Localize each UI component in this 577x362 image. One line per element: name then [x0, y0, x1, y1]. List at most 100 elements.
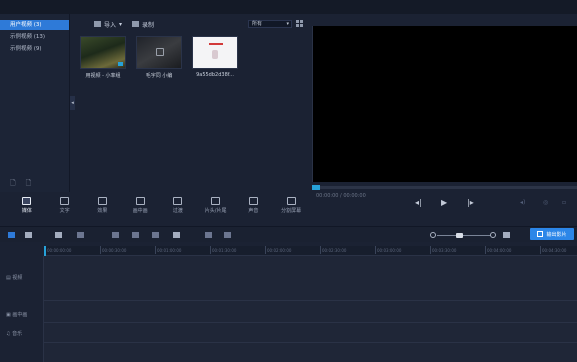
fullscreen-icon[interactable]: ▫ [562, 199, 566, 206]
library-item-sample-videos-2[interactable]: 示例视频 (9) [0, 44, 69, 54]
snapshot-icon[interactable]: ◎ [543, 199, 548, 206]
record-button[interactable]: 录制 [132, 20, 154, 29]
preview-scrubber[interactable] [312, 185, 577, 190]
redo-icon[interactable] [77, 232, 84, 238]
media-item[interactable]: 9a55db2d38f... [192, 36, 238, 79]
tab-pip[interactable]: 画中画 [121, 192, 159, 218]
export-icon [537, 231, 544, 237]
media-grid: 用视频 - 小率组 毛宇同 小编 9a55db2d38f... [80, 36, 238, 79]
ruler-tick: 00:04:30:00 [539, 246, 567, 254]
timeline-toolbar [0, 226, 577, 242]
crop-icon[interactable] [205, 232, 212, 238]
track-divider [44, 342, 577, 343]
storyboard-icon[interactable] [25, 232, 32, 238]
tab-audio[interactable]: 声音 [235, 192, 273, 218]
zoom-slider-handle[interactable] [456, 233, 463, 238]
transition-icon [173, 196, 183, 205]
previous-frame-icon[interactable]: ◂| [415, 198, 422, 207]
pip-icon [135, 196, 145, 205]
import-label: 导入 [104, 21, 117, 29]
filter-select-value: 所有 [252, 21, 263, 27]
ruler-tick: 00:01:00:00 [154, 246, 182, 254]
tab-label: 媒体 [21, 207, 32, 214]
track-divider [44, 300, 577, 301]
scrubber-handle[interactable] [312, 185, 320, 190]
video-thumbnail[interactable] [136, 36, 182, 69]
title-bar [0, 0, 577, 14]
export-button[interactable]: 输出影片 [530, 228, 574, 240]
microphone-icon[interactable] [173, 232, 180, 238]
chevron-down-icon: ▾ [286, 21, 289, 27]
settings-icon[interactable] [224, 232, 231, 238]
zoom-in-icon[interactable] [490, 232, 496, 238]
tab-label: 过渡 [172, 207, 183, 214]
timeline-ruler[interactable]: 00:00:00:00 00:00:30:00 00:01:00:00 00:0… [44, 246, 577, 256]
video-thumbnail[interactable] [80, 36, 126, 69]
text-icon [60, 196, 70, 205]
ruler-tick: 00:04:00:00 [484, 246, 512, 254]
fit-timeline-icon[interactable] [503, 232, 510, 238]
track-divider [44, 322, 577, 323]
effects-icon [97, 196, 107, 205]
track-label: 音乐 [12, 331, 23, 337]
library-item-user-videos[interactable]: 用户视频 (3) [0, 20, 69, 30]
thumbnail-detail [209, 43, 223, 45]
media-item[interactable]: 毛宇同 小编 [136, 36, 182, 79]
folder-icon [94, 21, 101, 27]
timeline-mode-icon[interactable] [8, 232, 15, 238]
import-button[interactable]: 导入 ▾ [94, 20, 122, 29]
track-pip[interactable]: ▣ 画中画 [6, 311, 27, 318]
media-icon [22, 196, 32, 205]
next-frame-icon[interactable]: |▸ [467, 198, 474, 207]
audio-icon [248, 196, 258, 205]
media-caption: 9a55db2d38f... [196, 72, 234, 78]
track-label: 视频 [12, 275, 23, 281]
tab-text[interactable]: 文字 [46, 192, 84, 218]
thumbnail-detail [212, 50, 218, 59]
tab-label: 文字 [59, 207, 70, 214]
function-tabs: 媒体 文字 效果 画中画 过渡 片头/片尾 声音 分割屏幕 [0, 192, 310, 218]
undo-icon[interactable] [55, 232, 62, 238]
export-label: 输出影片 [546, 231, 567, 238]
ruler-tick: 00:02:00:00 [264, 246, 292, 254]
zoom-slider[interactable] [437, 235, 491, 236]
filter-select[interactable]: 所有 ▾ [248, 20, 292, 28]
library-panel: 用户视频 (3) 示例视频 (13) 示例视频 (9) 🗋 🗋 [0, 14, 70, 192]
volume-icon[interactable]: ◂) [520, 199, 525, 206]
media-caption: 毛宇同 小编 [145, 73, 173, 79]
tab-media[interactable]: 媒体 [8, 192, 46, 218]
edit-icon[interactable] [112, 232, 119, 238]
timeline-playhead[interactable] [44, 246, 46, 256]
tab-split-screen[interactable]: 分割屏幕 [272, 192, 310, 218]
library-item-sample-videos[interactable]: 示例视频 (13) [0, 32, 69, 42]
preview-window [312, 26, 577, 182]
ruler-tick: 00:03:00:00 [374, 246, 402, 254]
ruler-tick: 00:02:30:00 [319, 246, 347, 254]
ruler-tick: 00:00:30:00 [99, 246, 127, 254]
tab-effects[interactable]: 效果 [84, 192, 122, 218]
ruler-tick: 00:00:00:00 [44, 246, 72, 254]
track-video[interactable]: ▤ 视频 [6, 274, 22, 281]
zoom-out-icon[interactable] [430, 232, 436, 238]
tab-intro-outro[interactable]: 片头/片尾 [197, 192, 235, 218]
tab-label: 画中画 [132, 207, 148, 214]
play-button-icon[interactable]: ▶ [441, 198, 447, 207]
tab-transition[interactable]: 过渡 [159, 192, 197, 218]
grid-view-icon[interactable] [296, 20, 303, 27]
tab-label: 声音 [248, 207, 259, 214]
intro-outro-icon [211, 196, 221, 205]
timeline-tracks[interactable] [44, 256, 577, 362]
record-label: 录制 [142, 21, 155, 29]
delete-icon[interactable] [152, 232, 159, 238]
track-music[interactable]: ♫ 音乐 [6, 330, 22, 337]
play-icon [156, 48, 164, 56]
media-caption: 用视频 - 小率组 [85, 73, 121, 79]
cut-icon[interactable] [132, 232, 139, 238]
track-headers: ▤ 视频 ▣ 画中画 ♫ 音乐 [0, 256, 44, 362]
record-icon [132, 21, 140, 27]
media-item[interactable]: 用视频 - 小率组 [80, 36, 126, 79]
image-thumbnail[interactable] [192, 36, 238, 69]
delete-folder-icon[interactable]: 🗋 [26, 179, 32, 190]
add-folder-icon[interactable]: 🗋 [10, 179, 16, 190]
collapse-panel-button[interactable]: ◂ [70, 96, 75, 110]
